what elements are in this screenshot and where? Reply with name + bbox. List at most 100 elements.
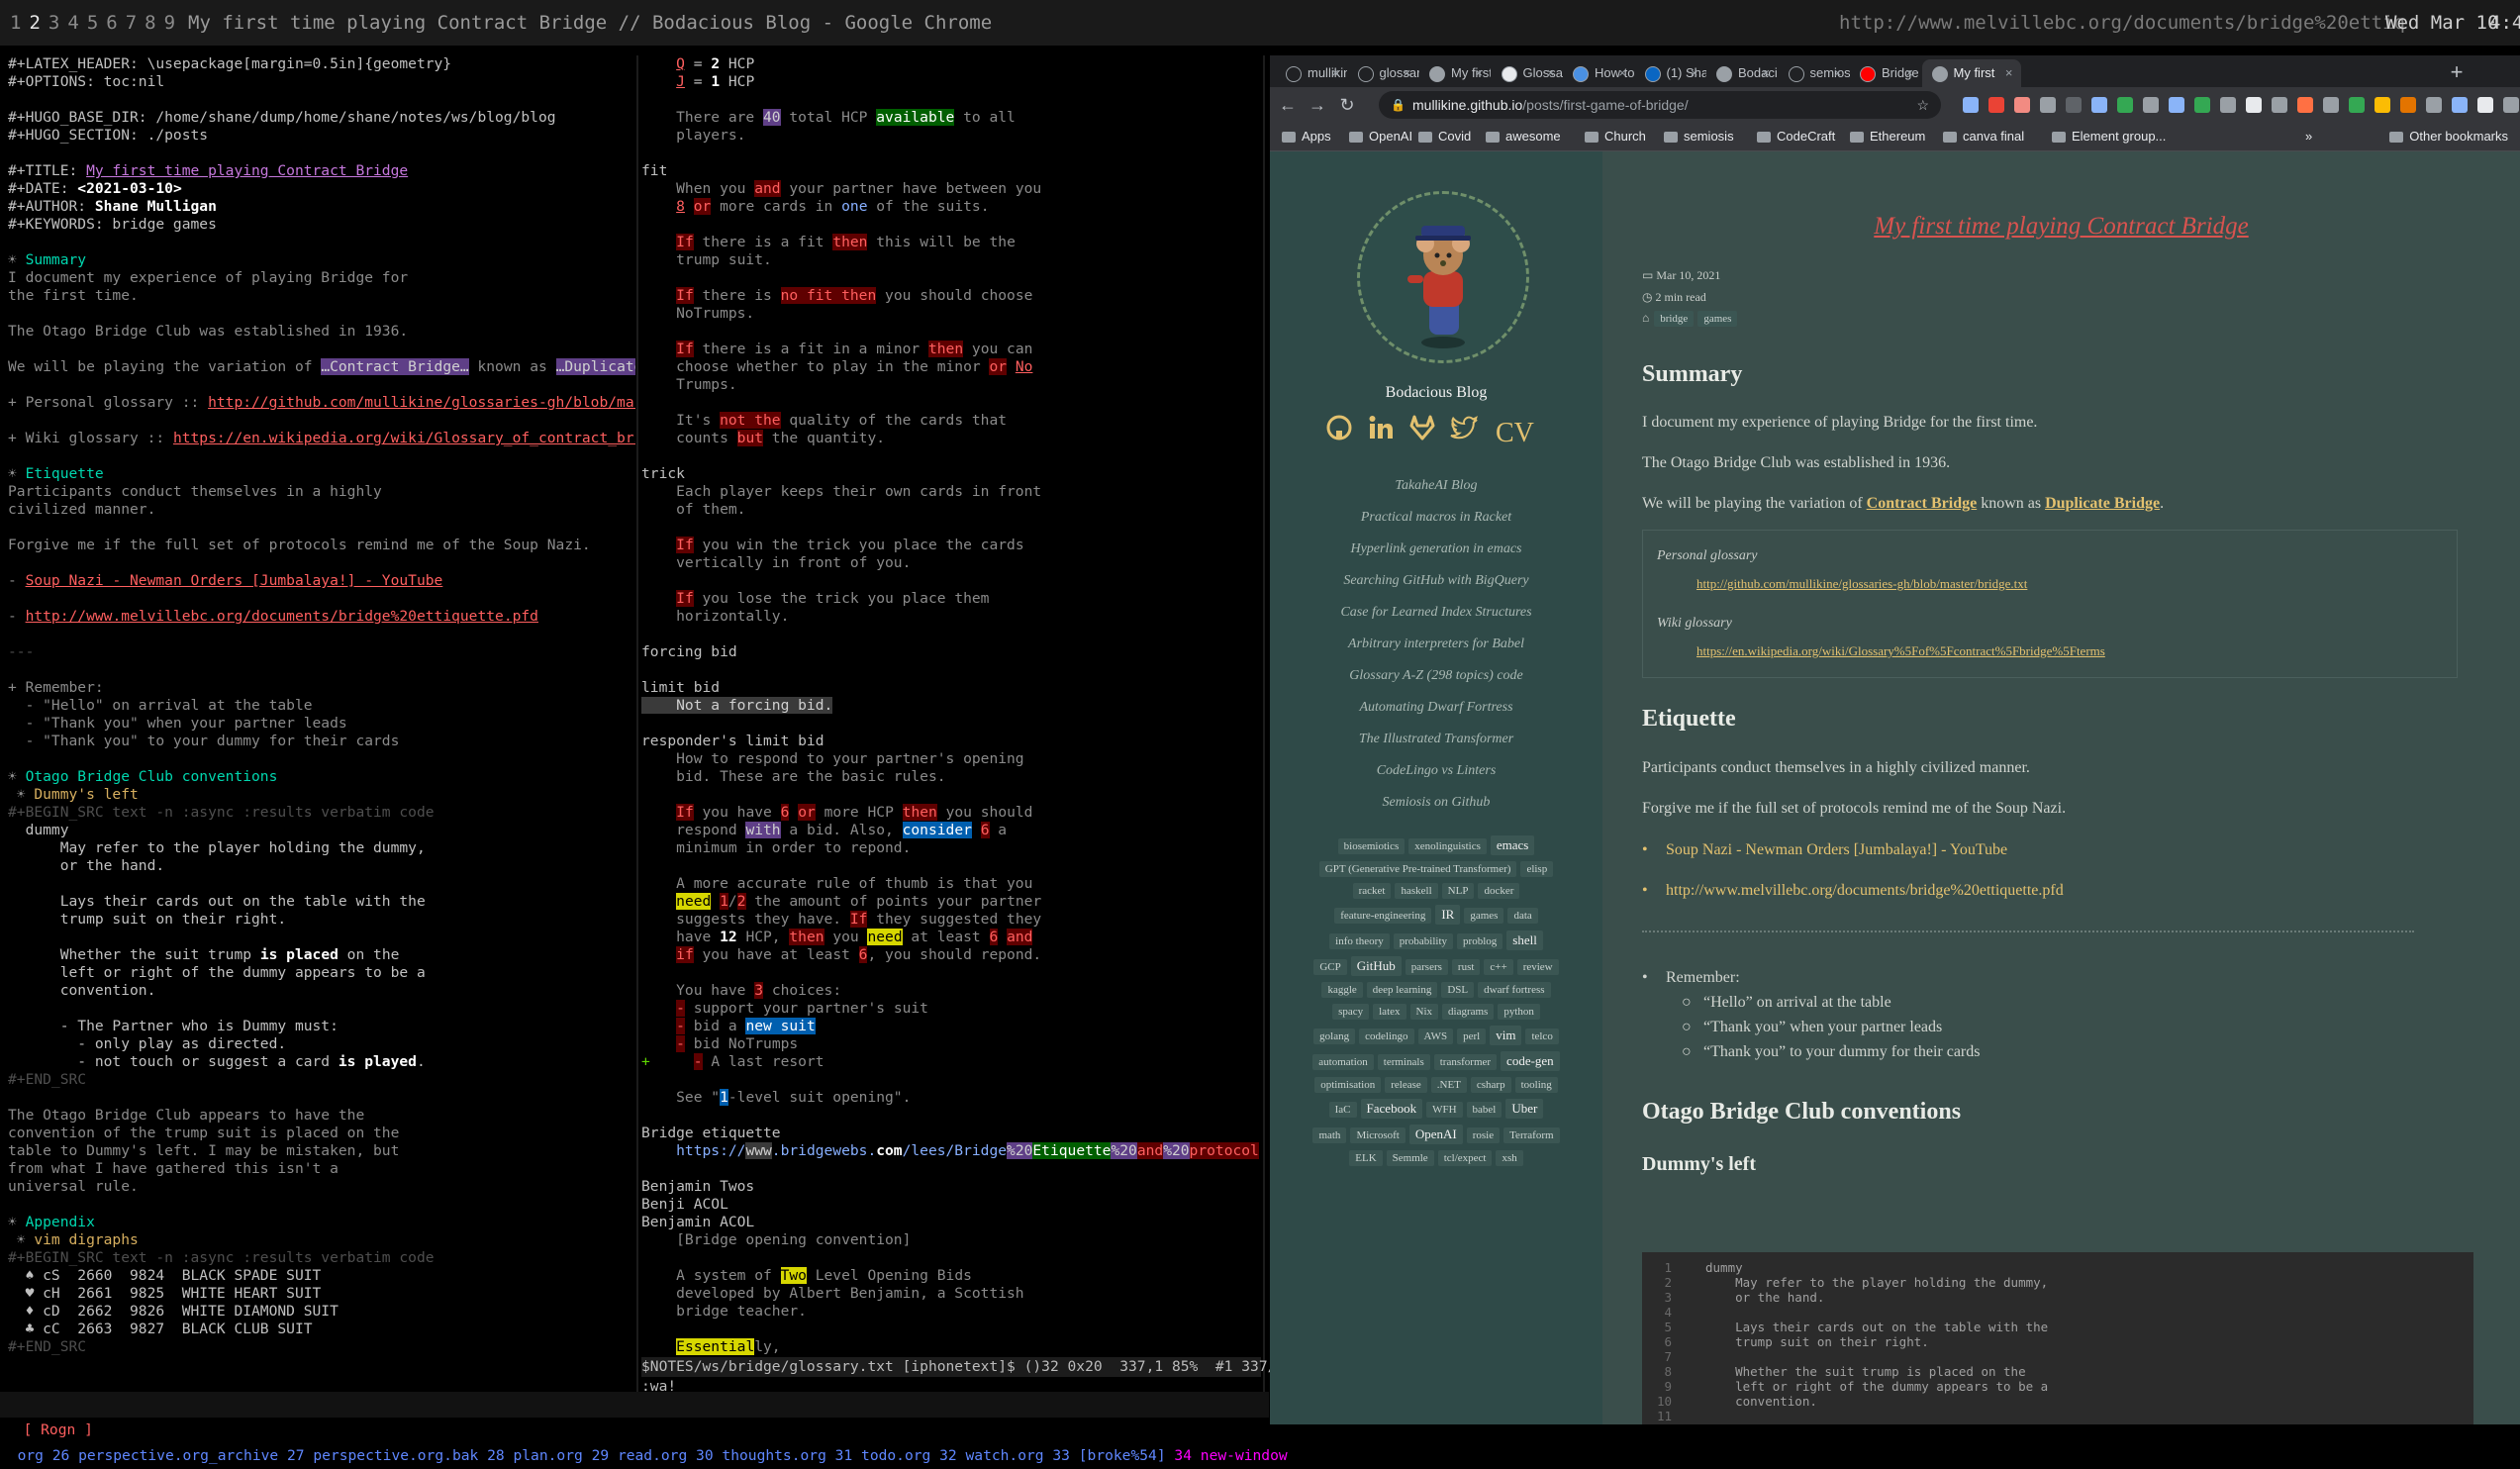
close-icon[interactable]: × bbox=[1475, 59, 1483, 87]
gitlab-icon[interactable] bbox=[1408, 414, 1436, 453]
tag-link[interactable]: ELK bbox=[1349, 1150, 1383, 1166]
soup-nazi-link[interactable]: Soup Nazi - Newman Orders [Jumbalaya!] -… bbox=[1666, 841, 2007, 859]
bookmark-item[interactable]: Church bbox=[1585, 123, 1646, 150]
extension-icon[interactable] bbox=[2246, 97, 2262, 113]
workspace-number[interactable]: 4 bbox=[67, 12, 78, 34]
extension-icon[interactable] bbox=[2272, 97, 2287, 113]
wiki-glossary-link[interactable]: https://en.wikipedia.org/wiki/Glossary%5… bbox=[1696, 643, 2105, 659]
bookmark-star-icon[interactable]: ☆ bbox=[1916, 91, 1929, 119]
extension-icon[interactable] bbox=[1963, 97, 1979, 113]
new-tab-button[interactable]: + bbox=[2444, 59, 2470, 87]
tag-link[interactable]: shell bbox=[1506, 930, 1543, 950]
close-icon[interactable]: × bbox=[1762, 59, 1770, 87]
tab-globe[interactable]: My first × bbox=[1419, 59, 1491, 87]
tab-so[interactable]: How to × bbox=[1563, 59, 1634, 87]
tag-link[interactable]: math bbox=[1312, 1127, 1347, 1143]
tag-link[interactable]: deep learning bbox=[1366, 982, 1438, 998]
site-title[interactable]: Bodacious Blog bbox=[1270, 384, 1602, 402]
tag-link[interactable]: Facebook bbox=[1360, 1099, 1423, 1119]
workspace-number[interactable]: 6 bbox=[106, 12, 117, 34]
tmux-window[interactable]: 33 [broke%54] bbox=[1052, 1447, 1174, 1464]
bookmarks-overflow-icon[interactable]: » bbox=[2305, 123, 2312, 150]
tag-link[interactable]: NLP bbox=[1441, 883, 1475, 899]
tag-link[interactable]: vim bbox=[1490, 1026, 1522, 1045]
close-icon[interactable]: × bbox=[2005, 59, 2013, 87]
post-tag[interactable]: games bbox=[1697, 311, 1738, 327]
tab-linkedin[interactable]: (1) Shar× bbox=[1635, 59, 1706, 87]
tmux-window[interactable]: 28 plan.org bbox=[487, 1447, 591, 1464]
extension-icon[interactable] bbox=[2400, 97, 2416, 113]
extension-icon[interactable] bbox=[2426, 97, 2442, 113]
extension-icon[interactable] bbox=[2091, 97, 2107, 113]
tag-link[interactable]: code-gen bbox=[1501, 1051, 1560, 1071]
tab-gh[interactable]: mullikin × bbox=[1276, 59, 1347, 87]
extension-icon[interactable] bbox=[2375, 97, 2390, 113]
tag-link[interactable]: biosemiotics bbox=[1337, 838, 1405, 854]
tab-globe[interactable]: My first × bbox=[1921, 59, 2021, 87]
close-icon[interactable]: × bbox=[1834, 59, 1842, 87]
sidebar-link[interactable]: Glossary A-Z (298 topics) code bbox=[1270, 660, 1602, 692]
tag-link[interactable]: diagrams bbox=[1442, 1004, 1495, 1020]
contract-bridge-link[interactable]: Contract Bridge bbox=[1867, 495, 1978, 512]
tmux-window[interactable]: org bbox=[18, 1447, 52, 1464]
extension-icon[interactable] bbox=[2014, 97, 2030, 113]
tag-link[interactable]: GPT (Generative Pre-trained Transformer) bbox=[1318, 861, 1517, 877]
tag-link[interactable]: OpenAI bbox=[1408, 1125, 1463, 1144]
workspace-number[interactable]: 2 bbox=[29, 12, 40, 34]
workspace-number[interactable]: 1 bbox=[10, 12, 21, 34]
sidebar-link[interactable]: Practical macros in Racket bbox=[1270, 502, 1602, 534]
sidebar-link[interactable]: TakaheAI Blog bbox=[1270, 470, 1602, 502]
workspace-number[interactable]: 8 bbox=[145, 12, 155, 34]
bookmark-item[interactable]: semiosis bbox=[1664, 123, 1734, 150]
twitter-icon[interactable] bbox=[1450, 414, 1480, 453]
extension-icon[interactable] bbox=[1988, 97, 2004, 113]
tag-link[interactable]: parsers bbox=[1405, 959, 1448, 975]
personal-glossary-link[interactable]: http://github.com/mullikine/glossaries-g… bbox=[1696, 576, 2027, 592]
workspace-number[interactable]: 5 bbox=[87, 12, 98, 34]
reload-icon[interactable]: ↻ bbox=[1335, 93, 1359, 117]
extension-icon[interactable] bbox=[2452, 97, 2468, 113]
tag-link[interactable]: terminals bbox=[1377, 1054, 1430, 1070]
tmux-window[interactable]: 32 watch.org bbox=[939, 1447, 1052, 1464]
tag-link[interactable]: Uber bbox=[1505, 1099, 1544, 1119]
tag-link[interactable]: xenolinguistics bbox=[1408, 838, 1487, 854]
sidebar-link[interactable]: Automating Dwarf Fortress bbox=[1270, 692, 1602, 724]
tag-link[interactable]: Nix bbox=[1409, 1004, 1439, 1020]
tag-link[interactable]: xsh bbox=[1496, 1150, 1523, 1166]
post-tag[interactable]: bridge bbox=[1654, 311, 1695, 327]
tag-link[interactable]: WFH bbox=[1426, 1102, 1463, 1118]
tag-link[interactable]: GCP bbox=[1313, 959, 1347, 975]
bookmark-item[interactable]: Ethereum bbox=[1850, 123, 1925, 150]
tab-gh[interactable]: semiosi × bbox=[1779, 59, 1850, 87]
tag-link[interactable]: tooling bbox=[1514, 1077, 1558, 1093]
forward-icon[interactable]: → bbox=[1306, 93, 1329, 117]
workspace-number[interactable]: 9 bbox=[164, 12, 175, 34]
tag-link[interactable]: info theory bbox=[1329, 933, 1390, 949]
extension-icon[interactable] bbox=[2143, 97, 2159, 113]
sidebar-link[interactable]: Hyperlink generation in emacs bbox=[1270, 534, 1602, 565]
extension-icon[interactable] bbox=[2503, 97, 2519, 113]
tab-gh[interactable]: glossari× bbox=[1348, 59, 1419, 87]
sidebar-link[interactable]: Arbitrary interpreters for Babel bbox=[1270, 629, 1602, 660]
workspace-number[interactable]: 3 bbox=[48, 12, 59, 34]
bookmark-item[interactable]: Element group... bbox=[2052, 123, 2166, 150]
linkedin-icon[interactable] bbox=[1367, 414, 1395, 453]
tag-link[interactable]: spacy bbox=[1332, 1004, 1370, 1020]
extension-icon[interactable] bbox=[2169, 97, 2184, 113]
tmux-window[interactable]: 27 perspective.org.bak bbox=[287, 1447, 487, 1464]
close-icon[interactable]: × bbox=[1691, 59, 1698, 87]
tag-link[interactable]: Terraform bbox=[1503, 1127, 1560, 1143]
tmux-window[interactable]: 26 perspective.org_archive bbox=[52, 1447, 287, 1464]
tag-link[interactable]: DSL bbox=[1441, 982, 1475, 998]
close-icon[interactable]: × bbox=[1547, 59, 1555, 87]
extension-icon[interactable] bbox=[2066, 97, 2082, 113]
avatar[interactable] bbox=[1357, 191, 1529, 363]
ettiquette-pdf-link[interactable]: http://www.melvillebc.org/documents/brid… bbox=[1666, 882, 2064, 900]
tmux-window[interactable]: 29 read.org bbox=[592, 1447, 696, 1464]
workspace-list[interactable]: 123456789 bbox=[10, 0, 183, 46]
extension-icon[interactable] bbox=[2323, 97, 2339, 113]
tab-globe[interactable]: Bodacio× bbox=[1706, 59, 1778, 87]
extension-icon[interactable] bbox=[2477, 97, 2493, 113]
tag-link[interactable]: review bbox=[1516, 959, 1559, 975]
cv-link[interactable]: CV bbox=[1496, 414, 1534, 453]
